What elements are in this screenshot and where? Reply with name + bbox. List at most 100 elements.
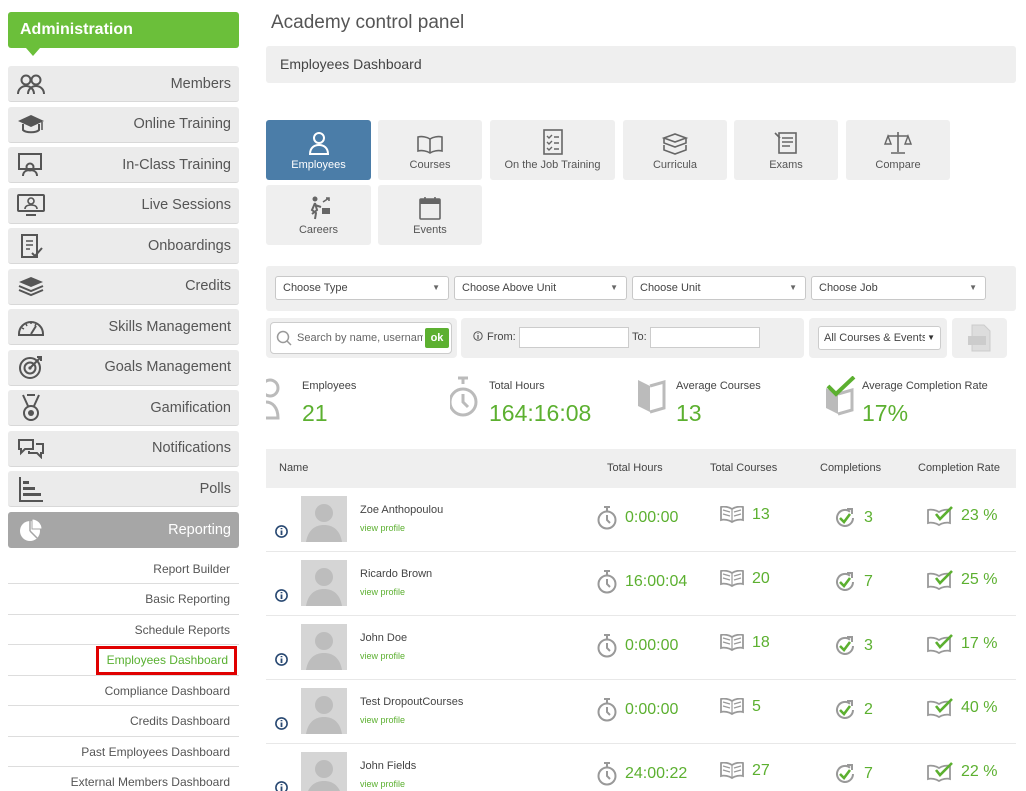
table-row[interactable]: Zoe Anthopoulou view profile 0:00:00 13 … (266, 488, 1016, 552)
tab-careers[interactable]: Careers (266, 185, 371, 245)
tab-label: Events (413, 224, 447, 236)
tab-label: On the Job Training (504, 159, 601, 171)
to-label: To: (632, 331, 647, 343)
header-total-courses[interactable]: Total Courses (710, 462, 777, 474)
subitem-compliance-dashboard[interactable]: Compliance Dashboard (8, 676, 239, 706)
info-icon[interactable] (275, 525, 288, 543)
subitem-past-employees-dashboard[interactable]: Past Employees Dashboard (8, 737, 239, 767)
employees-table: Name Total Hours Total Courses Completio… (266, 449, 1016, 791)
to-date-input[interactable] (650, 327, 760, 348)
completion-rate-cell: 17 % (926, 634, 997, 654)
chat-icon (16, 435, 46, 461)
search-ok-button[interactable]: ok (425, 328, 449, 348)
subitem-label: External Members Dashboard (70, 775, 230, 789)
stat-value: 13 (676, 400, 702, 426)
table-row[interactable]: John Doe view profile 0:00:00 18 3 17 % (266, 616, 1016, 680)
tab-exams[interactable]: Exams (734, 120, 838, 180)
unit-select[interactable]: Choose Unit (632, 276, 806, 300)
job-select[interactable]: Choose Job (811, 276, 986, 300)
tab-on-the-job-training[interactable]: On the Job Training (490, 120, 615, 180)
subitem-basic-reporting[interactable]: Basic Reporting (8, 584, 239, 615)
type-select[interactable]: Choose Type (275, 276, 449, 300)
subitem-employees-dashboard[interactable]: Employees Dashboard (8, 645, 239, 676)
sidebar-item-reporting[interactable]: Reporting (8, 511, 239, 548)
search-input[interactable]: Search by name, username ok (270, 322, 452, 354)
completions-cell: 7 (833, 570, 873, 594)
checklist-icon (542, 129, 563, 155)
open-book-icon (720, 698, 744, 716)
sidebar-item-in-class-training[interactable]: In-Class Training (8, 147, 239, 183)
tab-compare[interactable]: Compare (846, 120, 950, 180)
calendar-icon (419, 197, 441, 220)
completion-rate-value: 23 % (961, 507, 998, 524)
total-hours-cell: 24:00:22 (596, 762, 687, 786)
breadcrumb: Employees Dashboard (266, 46, 1016, 83)
table-row[interactable]: Ricardo Brown view profile 16:00:04 20 7… (266, 552, 1016, 616)
stat-label: Average Completion Rate (862, 380, 988, 392)
subitem-credits-dashboard[interactable]: Credits Dashboard (8, 706, 239, 737)
refresh-check-icon (836, 700, 854, 719)
administration-header[interactable]: Administration (8, 12, 239, 56)
tab-employees[interactable]: Employees (266, 120, 371, 180)
above-unit-select[interactable]: Choose Above Unit (454, 276, 627, 300)
completion-rate-cell: 23 % (926, 506, 997, 526)
sidebar-item-online-training[interactable]: Online Training (8, 106, 239, 143)
monitor-user-icon (16, 192, 46, 218)
sidebar-item-goals-management[interactable]: Goals Management (8, 349, 239, 386)
completion-rate-value: 22 % (961, 763, 998, 780)
export-button[interactable] (952, 318, 1007, 358)
avatar[interactable] (301, 688, 347, 734)
header-total-hours[interactable]: Total Hours (607, 462, 663, 474)
tab-curricula[interactable]: Curricula (623, 120, 727, 180)
exam-icon (774, 132, 797, 154)
avatar[interactable] (301, 560, 347, 606)
completions-value: 2 (864, 701, 873, 718)
tab-courses[interactable]: Courses (378, 120, 482, 180)
sidebar-item-polls[interactable]: Polls (8, 471, 239, 507)
info-icon[interactable] (275, 781, 288, 791)
career-walk-icon (310, 196, 330, 220)
sidebar-item-credits[interactable]: Credits (8, 268, 239, 305)
info-icon[interactable] (275, 653, 288, 671)
view-profile-link[interactable]: view profile (360, 651, 405, 661)
header-completions[interactable]: Completions (820, 462, 881, 474)
table-row[interactable]: John Fields view profile 24:00:22 27 7 2… (266, 744, 1016, 791)
classroom-icon (16, 152, 46, 178)
subitem-label: Basic Reporting (145, 592, 230, 606)
avatar[interactable] (301, 752, 347, 791)
bar-chart-icon (16, 476, 46, 502)
table-row[interactable]: Test DropoutCourses view profile 0:00:00… (266, 680, 1016, 744)
info-icon[interactable] (275, 717, 288, 735)
from-date-input[interactable] (519, 327, 629, 348)
subitem-external-members-dashboard[interactable]: External Members Dashboard (8, 767, 239, 791)
sidebar-item-notifications[interactable]: Notifications (8, 430, 239, 467)
members-icon (16, 71, 46, 97)
completion-rate-value: 25 % (961, 571, 998, 588)
view-profile-link[interactable]: view profile (360, 779, 405, 789)
gauge-icon (16, 314, 46, 340)
stat-total-hours: Total Hours 164:16:08 (448, 372, 630, 432)
avatar[interactable] (301, 624, 347, 670)
refresh-check-icon (836, 572, 854, 591)
sidebar-item-onboardings[interactable]: Onboardings (8, 228, 239, 264)
info-icon[interactable] (275, 589, 288, 607)
avatar[interactable] (301, 496, 347, 542)
total-courses-cell: 27 (719, 762, 770, 780)
view-profile-link[interactable]: view profile (360, 587, 405, 597)
tab-events[interactable]: Events (378, 185, 482, 245)
header-completion-rate[interactable]: Completion Rate (918, 462, 1000, 474)
date-range: From: To: (461, 318, 804, 358)
view-profile-link[interactable]: view profile (360, 523, 405, 533)
sidebar-item-live-sessions[interactable]: Live Sessions (8, 187, 239, 224)
subitem-report-builder[interactable]: Report Builder (8, 554, 239, 584)
sidebar-item-members[interactable]: Members (8, 66, 239, 102)
subitem-schedule-reports[interactable]: Schedule Reports (8, 615, 239, 645)
sidebar-item-skills-management[interactable]: Skills Management (8, 309, 239, 345)
tab-label: Careers (298, 224, 339, 236)
subitem-label: Compliance Dashboard (104, 683, 230, 698)
view-profile-link[interactable]: view profile (360, 715, 405, 725)
total-courses-cell: 20 (719, 570, 770, 588)
sidebar-item-gamification[interactable]: Gamification (8, 390, 239, 426)
header-name[interactable]: Name (279, 462, 308, 474)
courses-events-select[interactable]: All Courses & Events (818, 326, 941, 350)
